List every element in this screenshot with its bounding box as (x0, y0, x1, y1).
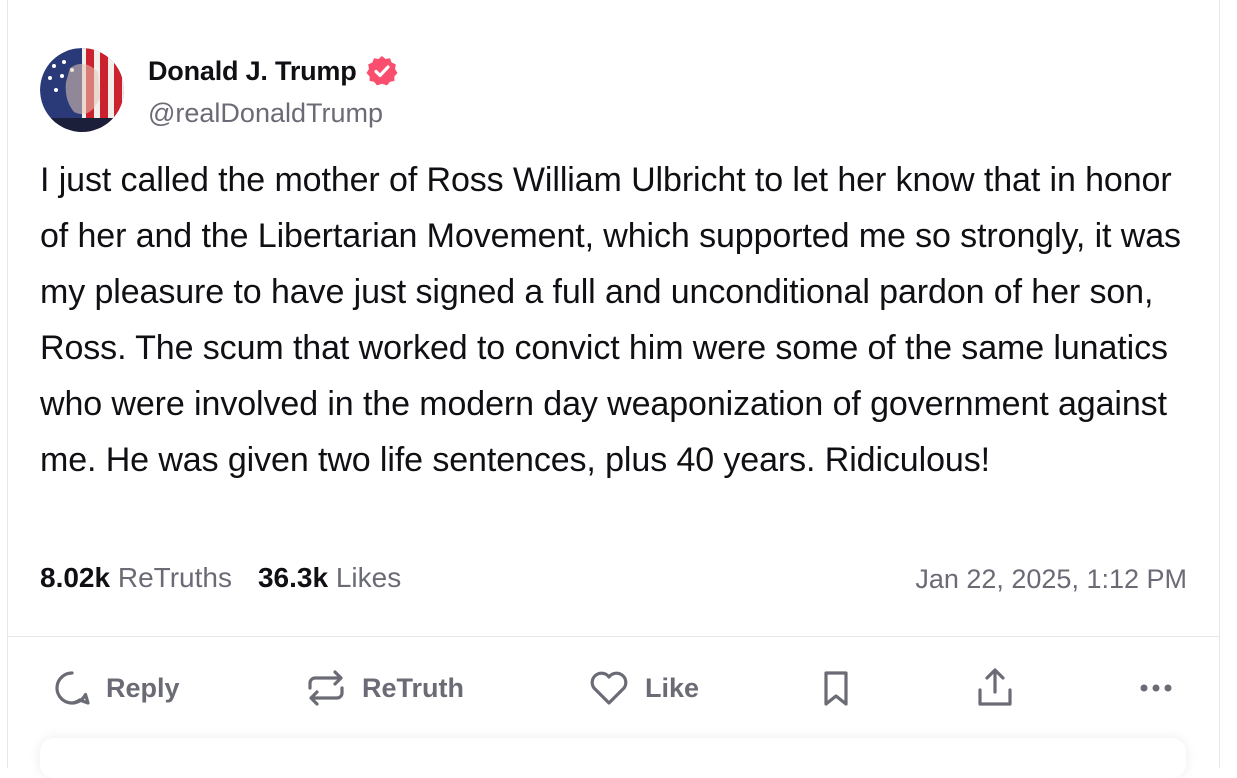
author-handle[interactable]: @realDonaldTrump (148, 98, 383, 129)
retruths-count: 8.02k (40, 562, 111, 593)
avatar[interactable] (40, 48, 124, 132)
verified-badge-icon (365, 54, 399, 88)
post-stats: 8.02k ReTruths 36.3k Likes (40, 562, 401, 594)
bookmark-icon (818, 668, 854, 708)
post-timestamp[interactable]: Jan 22, 2025, 1:12 PM (915, 564, 1187, 595)
share-button[interactable] (975, 660, 1015, 716)
retruth-icon (304, 668, 348, 708)
likes-label: Likes (335, 562, 402, 593)
reply-composer-card[interactable] (40, 738, 1186, 778)
retruth-label: ReTruth (362, 672, 465, 703)
likes-count: 36.3k (257, 562, 329, 593)
author-name[interactable]: Donald J. Trump (148, 56, 357, 87)
reply-icon (52, 668, 92, 708)
card-border-left (7, 0, 8, 768)
bookmark-button[interactable] (818, 660, 854, 716)
card-border-right (1219, 0, 1220, 768)
divider (8, 636, 1219, 637)
retruth-button[interactable]: ReTruth (304, 660, 464, 716)
retruths-stat[interactable]: 8.02k ReTruths (40, 562, 232, 594)
share-icon (975, 666, 1015, 710)
like-button[interactable]: Like (587, 660, 699, 716)
more-icon (1136, 668, 1176, 708)
action-bar: Reply ReTruth Like (0, 660, 1237, 716)
reply-label: Reply (106, 672, 180, 703)
author-row: Donald J. Trump (148, 54, 399, 88)
post-text: I just called the mother of Ross William… (40, 161, 1181, 479)
likes-stat[interactable]: 36.3k Likes (258, 562, 401, 594)
retruths-label: ReTruths (117, 562, 232, 593)
heart-icon (587, 668, 631, 708)
more-options-button[interactable] (1136, 660, 1176, 716)
reply-button[interactable]: Reply (52, 660, 180, 716)
like-label: Like (645, 672, 700, 703)
